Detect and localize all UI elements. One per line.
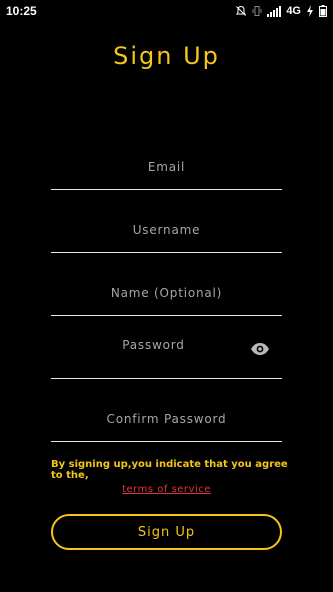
mute-icon — [235, 5, 247, 17]
confirm-password-field[interactable]: Confirm Password — [51, 402, 286, 442]
username-input[interactable] — [51, 228, 286, 250]
password-input[interactable] — [51, 354, 250, 376]
status-bar: 10:25 4G — [0, 0, 333, 24]
password-label: Password — [122, 338, 185, 352]
agreement-text: By signing up,you indicate that you agre… — [51, 459, 288, 481]
status-time: 10:25 — [6, 4, 37, 18]
email-field[interactable]: Email — [51, 150, 286, 190]
sign-up-button-label: Sign Up — [137, 524, 196, 540]
password-field[interactable]: Password — [51, 333, 282, 379]
confirm-password-input[interactable] — [51, 417, 286, 439]
username-field[interactable]: Username — [51, 213, 286, 253]
name-input[interactable] — [51, 291, 286, 313]
network-label: 4G — [286, 5, 301, 17]
terms-of-service-link[interactable]: terms of service — [0, 484, 333, 495]
name-field[interactable]: Name (Optional) — [51, 276, 286, 316]
charging-icon — [306, 5, 314, 17]
eye-icon[interactable] — [250, 341, 270, 355]
signal-icon — [267, 5, 282, 17]
email-input[interactable] — [51, 165, 286, 187]
battery-icon — [319, 5, 327, 17]
sign-up-button[interactable]: Sign Up — [51, 514, 282, 550]
status-icons: 4G — [235, 4, 327, 18]
vibrate-icon — [252, 5, 262, 17]
page-title: Sign Up — [113, 42, 220, 70]
